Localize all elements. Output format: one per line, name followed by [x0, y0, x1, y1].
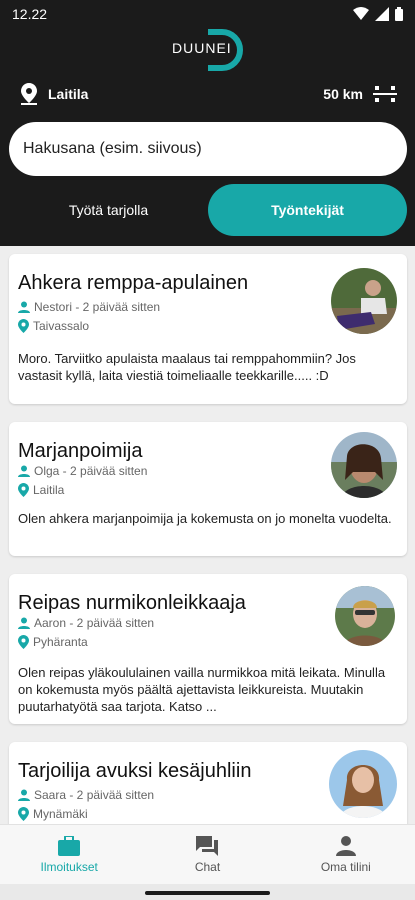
- avatar: [331, 268, 397, 334]
- listing-location-row: Laitila: [18, 483, 64, 497]
- location-pin-icon: [21, 83, 37, 105]
- location-pin-icon: [18, 483, 29, 497]
- nav-oma-tilini[interactable]: Oma tilini: [277, 825, 415, 884]
- listing-title: Ahkera remppa-apulainen: [18, 272, 249, 294]
- listing-title: Reipas nurmikonleikkaaja: [18, 592, 246, 614]
- listing-location: Mynämäki: [33, 807, 88, 821]
- avatar: [329, 750, 397, 818]
- location-pin-icon: [18, 807, 29, 821]
- nav-ilmoitukset[interactable]: Ilmoitukset: [0, 825, 138, 884]
- tab-jobs-offered[interactable]: Työtä tarjolla: [9, 184, 208, 236]
- nav-chat[interactable]: Chat: [138, 825, 276, 884]
- distance-icon: [373, 86, 397, 102]
- listing-description: Olen reipas yläkoululainen vailla nurmik…: [18, 665, 386, 714]
- avatar: [335, 586, 395, 646]
- wifi-icon: [353, 7, 369, 20]
- app-logo: DUUNEI: [168, 28, 248, 72]
- listing-author-time: Olga - 2 päivää sitten: [34, 464, 148, 478]
- listing-author-row: Olga - 2 päivää sitten: [18, 464, 147, 478]
- person-icon: [18, 617, 30, 629]
- search-input[interactable]: [9, 122, 407, 176]
- listing-type-tabs: Työtä tarjolla Työntekijät: [9, 184, 407, 236]
- person-icon: [18, 789, 30, 801]
- listing-card[interactable]: Ahkera remppa-apulainen Nestori - 2 päiv…: [9, 254, 407, 404]
- person-icon: [18, 465, 30, 477]
- avatar: [331, 432, 397, 498]
- person-icon: [335, 835, 356, 856]
- header: DUUNEI Laitila 50 km Työtä ta: [0, 28, 415, 246]
- listing-title: Marjanpoimija: [18, 440, 143, 462]
- tab-workers[interactable]: Työntekijät: [208, 184, 407, 236]
- location-name: Laitila: [48, 86, 89, 102]
- listing-author-row: Saara - 2 päivää sitten: [18, 788, 154, 802]
- location-pin-icon: [18, 635, 29, 649]
- listing-description: Moro. Tarviitko apulaista maalaus tai re…: [18, 351, 356, 383]
- listing-card[interactable]: Tarjoilija avuksi kesäjuhliin Saara - 2 …: [9, 742, 407, 824]
- logo-mark-icon: [208, 29, 243, 71]
- listing-list[interactable]: Ahkera remppa-apulainen Nestori - 2 päiv…: [0, 246, 415, 824]
- listing-location-row: Pyhäranta: [18, 635, 88, 649]
- listing-author-time: Aaron - 2 päivää sitten: [34, 616, 155, 630]
- nav-label: Oma tilini: [320, 859, 371, 874]
- listing-title: Tarjoilija avuksi kesäjuhliin: [18, 760, 252, 782]
- listing-author-time: Nestori - 2 päivää sitten: [34, 300, 161, 314]
- nav-label: Chat: [194, 859, 221, 874]
- person-icon: [18, 301, 30, 313]
- listing-location-row: Mynämäki: [18, 807, 88, 821]
- status-time: 12.22: [12, 6, 48, 22]
- radius-selector[interactable]: 50 km: [323, 84, 397, 104]
- status-icons: [353, 7, 403, 21]
- listing-author-row: Aaron - 2 päivää sitten: [18, 616, 154, 630]
- location-row: Laitila 50 km: [20, 80, 397, 108]
- gesture-area: [0, 884, 415, 900]
- chat-icon: [196, 835, 219, 856]
- listing-card[interactable]: Reipas nurmikonleikkaaja Aaron - 2 päivä…: [9, 574, 407, 724]
- listing-location: Laitila: [33, 483, 65, 497]
- radius-value: 50 km: [323, 86, 363, 102]
- listing-location: Taivassalo: [33, 319, 90, 333]
- location-selector[interactable]: Laitila: [20, 83, 88, 105]
- listing-location-row: Taivassalo: [18, 319, 89, 333]
- listing-description: Olen ahkera marjanpoimija ja kokemusta o…: [18, 511, 392, 526]
- bottom-navigation: Ilmoitukset Chat Oma tilini: [0, 824, 415, 884]
- listing-location: Pyhäranta: [33, 635, 88, 649]
- signal-icon: [375, 7, 389, 21]
- listing-card[interactable]: Marjanpoimija Olga - 2 päivää sitten Lai…: [9, 422, 407, 556]
- briefcase-icon: [58, 835, 81, 856]
- listing-author-time: Saara - 2 päivää sitten: [34, 788, 155, 802]
- nav-label: Ilmoitukset: [40, 859, 98, 874]
- home-gesture-bar[interactable]: [145, 891, 270, 895]
- status-bar: 12.22: [0, 0, 415, 28]
- listing-author-row: Nestori - 2 päivää sitten: [18, 300, 160, 314]
- location-pin-icon: [18, 319, 29, 333]
- battery-icon: [395, 7, 403, 21]
